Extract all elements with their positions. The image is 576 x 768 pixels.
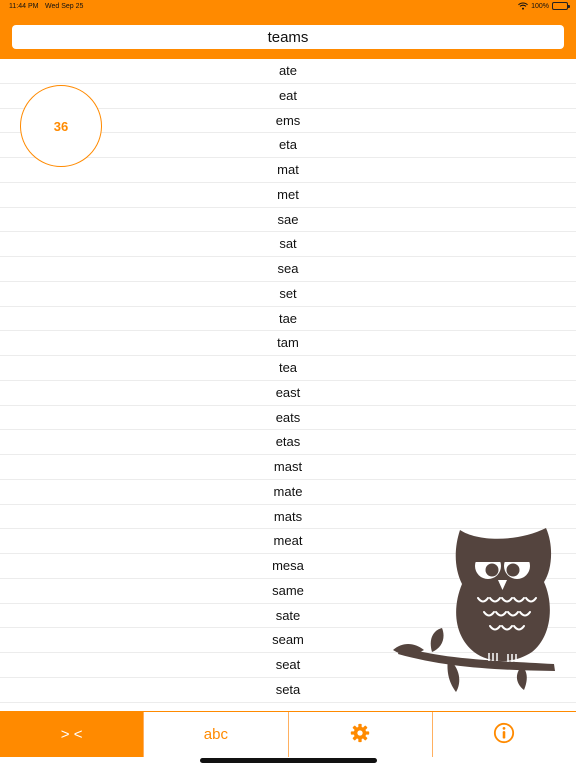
word-row[interactable]: sat	[0, 232, 576, 257]
tab-alphabetical[interactable]: abc	[143, 712, 287, 757]
word-row[interactable]: etas	[0, 430, 576, 455]
word-row[interactable]: mat	[0, 158, 576, 183]
word-row[interactable]: ate	[0, 59, 576, 84]
word-row[interactable]: sea	[0, 257, 576, 282]
word-row[interactable]: tae	[0, 307, 576, 332]
word-row[interactable]: mate	[0, 480, 576, 505]
word-count-badge: 36	[20, 85, 102, 167]
tab-anagram[interactable]: > <	[0, 712, 144, 757]
owl-icon	[388, 524, 560, 696]
battery-percent: 100%	[531, 2, 549, 10]
word-row[interactable]: tea	[0, 356, 576, 381]
battery-icon	[552, 2, 570, 10]
gear-icon	[350, 723, 370, 747]
status-date: Wed Sep 25	[45, 3, 84, 10]
tab-bar: > < abc	[0, 711, 576, 757]
word-row[interactable]: tam	[0, 331, 576, 356]
word-row[interactable]: set	[0, 282, 576, 307]
status-time: 11:44 PM	[9, 3, 39, 10]
word-row[interactable]: eats	[0, 406, 576, 431]
info-icon	[493, 722, 515, 748]
wifi-icon	[518, 2, 528, 10]
word-row[interactable]: met	[0, 183, 576, 208]
status-right: 100%	[518, 2, 570, 10]
tab-info[interactable]	[431, 712, 576, 757]
search-input[interactable]	[12, 25, 564, 49]
tab-settings[interactable]	[287, 712, 432, 757]
word-row[interactable]: sae	[0, 208, 576, 233]
home-indicator	[200, 758, 377, 763]
header	[0, 14, 576, 59]
status-bar: 11:44 PM Wed Sep 25 100%	[0, 0, 576, 14]
word-row[interactable]: mast	[0, 455, 576, 480]
word-row[interactable]: east	[0, 381, 576, 406]
